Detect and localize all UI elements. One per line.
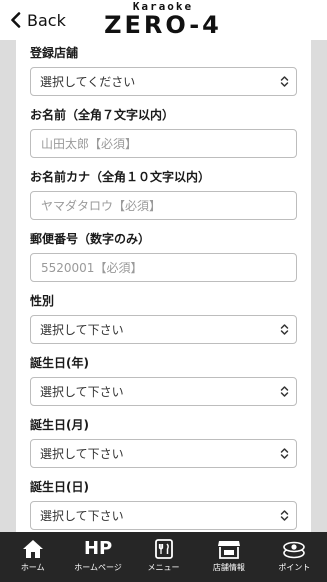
birth-year-select[interactable]: 選択して下さい	[30, 377, 297, 406]
select-arrows-icon	[280, 324, 289, 335]
field-label: お名前カナ（全角１０文字以内）	[30, 170, 211, 184]
field-label: お名前（全角７文字以内）	[30, 108, 175, 122]
field-gender: 性別 選択して下さい	[30, 293, 297, 344]
registration-form: 登録店舗 選択してください お名前（全角７文字以内） 山田太郎【必須】 お名前カ…	[16, 40, 311, 532]
input-placeholder: 5520001【必須】	[41, 261, 143, 275]
nav-item-homepage[interactable]: HP ホームページ	[65, 532, 130, 582]
field-name: お名前（全角７文字以内） 山田太郎【必須】	[30, 107, 297, 158]
field-label: 登録店舗	[30, 46, 79, 60]
select-value: 選択してください	[40, 75, 136, 89]
nav-label: メニュー	[147, 563, 180, 572]
field-store: 登録店舗 選択してください	[30, 45, 297, 96]
bottom-nav: ホーム HP ホームページ メニュー 店舗情報 ポイント	[0, 532, 327, 582]
select-arrows-icon	[280, 448, 289, 459]
select-value: 選択して下さい	[40, 447, 124, 461]
field-label: 誕生日(日)	[30, 480, 89, 494]
field-label: 誕生日(月)	[30, 418, 89, 432]
store-icon	[217, 538, 241, 560]
back-label: Back	[27, 10, 66, 30]
birth-month-select[interactable]: 選択して下さい	[30, 439, 297, 468]
gender-select[interactable]: 選択して下さい	[30, 315, 297, 344]
back-button[interactable]: Back	[10, 9, 66, 31]
postal-code-input[interactable]: 5520001【必須】	[30, 253, 297, 282]
select-arrows-icon	[280, 76, 289, 87]
input-placeholder: 山田太郎【必須】	[41, 137, 138, 151]
nav-label: ホーム	[20, 563, 45, 572]
nav-label: 店舗情報	[212, 563, 245, 572]
nav-item-points[interactable]: ポイント	[262, 532, 327, 582]
point-icon	[282, 538, 306, 560]
field-label: 郵便番号（数字のみ）	[30, 232, 151, 246]
nav-label: ポイント	[278, 563, 311, 572]
field-name-kana: お名前カナ（全角１０文字以内） ヤマダタロウ【必須】	[30, 169, 297, 220]
app-header: Back Karaoke ZERO-4	[0, 0, 327, 40]
field-birth-year: 誕生日(年) 選択して下さい	[30, 355, 297, 406]
nav-item-home[interactable]: ホーム	[0, 532, 65, 582]
app-logo: Karaoke ZERO-4	[88, 1, 238, 39]
select-arrows-icon	[280, 510, 289, 521]
input-placeholder: ヤマダタロウ【必須】	[41, 199, 162, 213]
name-input[interactable]: 山田太郎【必須】	[30, 129, 297, 158]
field-birth-day: 誕生日(日) 選択して下さい	[30, 479, 297, 530]
select-value: 選択して下さい	[40, 323, 124, 337]
field-label: 性別	[30, 294, 55, 308]
select-arrows-icon	[280, 386, 289, 397]
nav-item-menu[interactable]: メニュー	[131, 532, 196, 582]
store-select[interactable]: 選択してください	[30, 67, 297, 96]
menu-icon	[154, 538, 173, 560]
nav-label: ホームページ	[74, 563, 122, 572]
field-birth-month: 誕生日(月) 選択して下さい	[30, 417, 297, 468]
name-kana-input[interactable]: ヤマダタロウ【必須】	[30, 191, 297, 220]
field-postal-code: 郵便番号（数字のみ） 5520001【必須】	[30, 231, 297, 282]
select-value: 選択して下さい	[40, 509, 124, 523]
hp-icon-text: HP	[83, 538, 113, 559]
home-icon	[22, 538, 44, 560]
select-value: 選択して下さい	[40, 385, 124, 399]
birth-day-select[interactable]: 選択して下さい	[30, 501, 297, 530]
field-label: 誕生日(年)	[30, 356, 89, 370]
hp-icon: HP	[84, 538, 112, 560]
chevron-left-icon	[11, 12, 21, 28]
logo-title: ZERO-4	[104, 11, 222, 39]
nav-item-store-info[interactable]: 店舗情報	[196, 532, 261, 582]
